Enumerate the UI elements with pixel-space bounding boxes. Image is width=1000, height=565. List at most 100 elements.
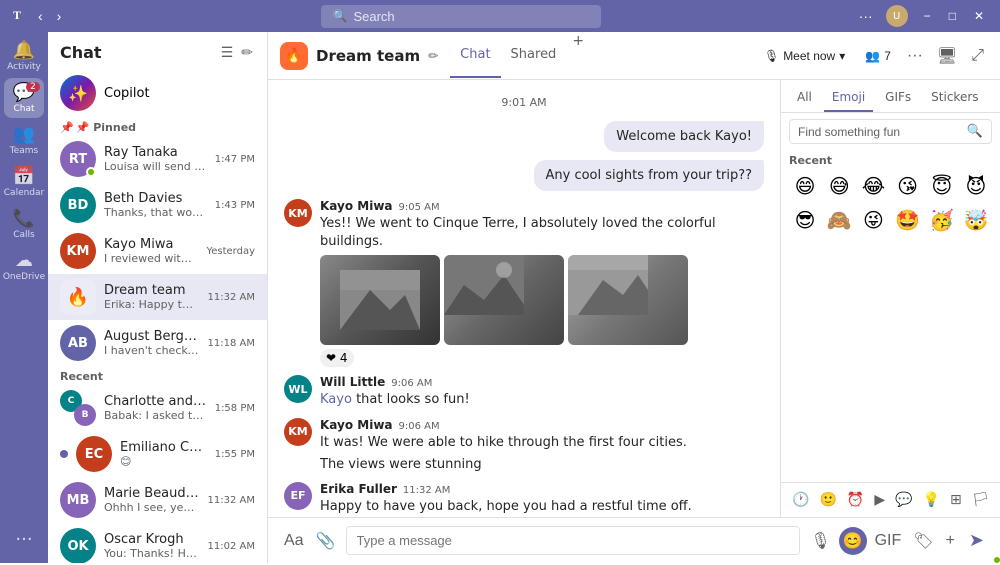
meet-now-chevron: ▾: [839, 49, 845, 63]
emoji-button[interactable]: 😊: [839, 527, 867, 555]
sidebar-item-calendar[interactable]: 📅 Calendar: [4, 162, 44, 202]
audio-button[interactable]: 🎙: [806, 527, 834, 555]
user-avatar[interactable]: U: [886, 5, 908, 27]
participants-button[interactable]: 👥 7: [859, 45, 897, 67]
emoji-search-input[interactable]: [798, 125, 963, 139]
format-button[interactable]: Aa: [280, 527, 308, 555]
search-input[interactable]: [353, 9, 573, 24]
emoji-party[interactable]: 🥳: [926, 205, 958, 235]
emoji-laughing[interactable]: 😄: [789, 171, 821, 201]
expand-button[interactable]: ⤢: [967, 43, 988, 69]
msg-time-kayo2: 9:06 AM: [399, 421, 440, 432]
chat-meta-charlotte: 1:58 PM: [215, 403, 255, 414]
add-tab-button[interactable]: +: [566, 33, 590, 78]
chat-bubble-icon[interactable]: 💬: [892, 489, 915, 511]
emoji-tab-emoji[interactable]: Emoji: [824, 84, 873, 112]
avatar-kayo-msg2: KM: [284, 418, 312, 446]
smiley-icon[interactable]: 🙂: [816, 489, 839, 511]
settings-icon[interactable]: ⚙: [996, 489, 1000, 511]
people-icon: 👥: [865, 49, 880, 63]
msg-sender-kayo1: Kayo Miwa: [320, 199, 393, 213]
chat-time-marie: 11:32 AM: [208, 495, 255, 506]
attach-button[interactable]: 📎: [312, 527, 340, 555]
flag-icon[interactable]: 🏳: [969, 489, 993, 511]
chat-item-charlotte[interactable]: C B Charlotte and Babak Babak: I asked t…: [48, 385, 267, 431]
heart-reaction[interactable]: ❤ 4: [320, 349, 354, 367]
sidebar-item-more[interactable]: ···: [4, 519, 44, 559]
emoji-grid-row1: 😄 😅 😂 😘 😇 😈: [781, 171, 1000, 201]
chat-list: Chat ☰ ✏ ✨ Copilot 📌 📌 Pinned RT Ray Tan…: [48, 32, 268, 563]
forward-button[interactable]: ›: [51, 6, 68, 26]
emoji-wink[interactable]: 😜: [857, 205, 889, 235]
sidebar-item-chat[interactable]: 💬 Chat 2: [4, 78, 44, 118]
emoji-devil[interactable]: 😈: [960, 171, 992, 201]
tab-shared[interactable]: Shared: [501, 33, 567, 78]
chat-item-emiliano[interactable]: EC Emiliano Ceballos 😊 1:55 PM: [48, 431, 267, 477]
emoji-kiss[interactable]: 😘: [892, 171, 924, 201]
add-button[interactable]: +: [942, 527, 959, 555]
sidebar-item-calls[interactable]: 📞 Calls: [4, 204, 44, 244]
chat-item-august[interactable]: AB August Bergman I haven't checked avai…: [48, 320, 267, 366]
chat-info-marie: Marie Beaudouin Ohhh I see, yes let me f…: [104, 486, 200, 514]
bubble-welcome2: Any cool sights from your trip??: [284, 160, 764, 191]
sidebar-item-activity[interactable]: 🔔 Activity: [4, 36, 44, 76]
chat-header: 🔥 Dream team ✏ Chat Shared + 🎙 Meet now …: [268, 32, 1000, 80]
sticker-button[interactable]: 🏷: [909, 527, 937, 555]
emoji-tab-all[interactable]: All: [789, 84, 820, 112]
clock-icon[interactable]: 🕐: [789, 489, 812, 511]
grid-icon[interactable]: ⊞: [947, 489, 965, 511]
emoji-sweat[interactable]: 😅: [823, 171, 855, 201]
close-button[interactable]: ✕: [966, 7, 992, 25]
chat-info-kayo: Kayo Miwa I reviewed with the client on …: [104, 237, 198, 265]
chat-list-title: Chat: [60, 43, 102, 62]
chat-preview-kayo: I reviewed with the client on Th...: [104, 252, 198, 265]
edit-icon[interactable]: ✏: [428, 49, 438, 63]
video-call-button[interactable]: 🖥: [933, 42, 961, 70]
emoji-tab-stickers[interactable]: Stickers: [923, 84, 986, 112]
more-options-button[interactable]: ···: [903, 43, 927, 69]
chat-item-beth[interactable]: BD Beth Davies Thanks, that would be nic…: [48, 182, 267, 228]
sidebar-item-onedrive[interactable]: ☁ OneDrive: [4, 246, 44, 286]
play-icon[interactable]: ▶: [871, 489, 888, 511]
chat-list-actions: ☰ ✏: [219, 42, 255, 63]
emoji-innocent[interactable]: 😇: [926, 171, 958, 201]
maximize-button[interactable]: □: [941, 7, 964, 25]
minimize-button[interactable]: −: [916, 7, 939, 25]
emoji-sunglasses[interactable]: 😎: [789, 205, 821, 235]
msg-content-kayo2: Kayo Miwa 9:06 AM It was! We were able t…: [320, 418, 764, 474]
calendar-icon: 📅: [13, 166, 35, 187]
alarm-icon[interactable]: ⏰: [844, 489, 867, 511]
chat-item-dream[interactable]: 🔥 Dream team Erika: Happy to have you ba…: [48, 274, 267, 320]
more-button[interactable]: ···: [854, 6, 878, 26]
search-bar: 🔍: [321, 5, 601, 28]
compose-input[interactable]: [346, 526, 801, 555]
back-button[interactable]: ‹: [32, 6, 49, 26]
tab-chat[interactable]: Chat: [450, 33, 500, 78]
recent-label: Recent: [60, 370, 103, 383]
chat-item-ray[interactable]: RT Ray Tanaka Louisa will send the initi…: [48, 136, 267, 182]
chat-item-marie[interactable]: MB Marie Beaudouin Ohhh I see, yes let m…: [48, 477, 267, 523]
chat-item-oscar[interactable]: OK Oscar Krogh You: Thanks! Have a nice …: [48, 523, 267, 563]
emoji-joy[interactable]: 😂: [857, 171, 889, 201]
chat-item-kayo[interactable]: KM Kayo Miwa I reviewed with the client …: [48, 228, 267, 274]
emoji-seeno[interactable]: 🙈: [823, 205, 855, 235]
emoji-starstruck[interactable]: 🤩: [892, 205, 924, 235]
emoji-tabs: All Emoji GIFs Stickers: [781, 80, 1000, 113]
filter-button[interactable]: ☰: [219, 42, 236, 63]
emoji-tab-gifs[interactable]: GIFs: [877, 84, 919, 112]
gif-button[interactable]: GIF: [871, 527, 906, 555]
meet-now-button[interactable]: 🎙 Meet now ▾: [756, 45, 853, 67]
chat-info-oscar: Oscar Krogh You: Thanks! Have a nice day…: [104, 532, 200, 560]
new-chat-button[interactable]: ✏: [239, 42, 255, 63]
copilot-item[interactable]: ✨ Copilot: [48, 69, 267, 117]
chat-info-emiliano: Emiliano Ceballos 😊: [120, 440, 207, 468]
send-button[interactable]: ➤: [965, 526, 988, 555]
chat-preview-emiliano: 😊: [120, 455, 207, 468]
chat-header-title: Dream team: [316, 47, 420, 65]
sidebar-item-teams[interactable]: 👥 Teams: [4, 120, 44, 160]
bulb-icon[interactable]: 💡: [920, 489, 943, 511]
emoji-explode[interactable]: 🤯: [960, 205, 992, 235]
msg-kayo2: KM Kayo Miwa 9:06 AM It was! We were abl…: [284, 418, 764, 474]
window-controls: − □ ✕: [916, 7, 992, 25]
chat-header-avatar: 🔥: [280, 42, 308, 70]
